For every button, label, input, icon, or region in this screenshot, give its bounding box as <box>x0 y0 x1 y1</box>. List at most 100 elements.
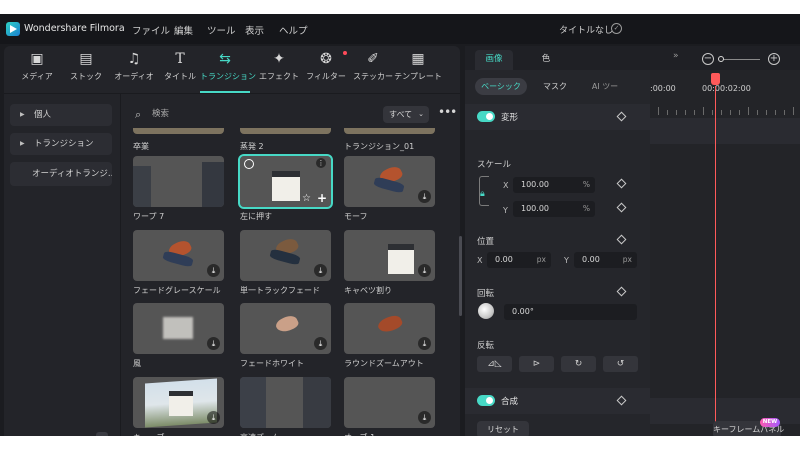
rotate-left-button[interactable]: ↺ <box>603 356 638 372</box>
subtab-ai-tools[interactable]: AI ツー <box>583 78 627 95</box>
position-y-field[interactable]: 0.00 px <box>574 252 637 268</box>
transition-thumbnail[interactable]: ⤓ <box>133 377 224 428</box>
menu-file[interactable]: ファイル <box>132 23 170 37</box>
transition-thumbnail[interactable]: ⤓ <box>344 377 435 428</box>
keyframe-track-row[interactable] <box>650 118 800 144</box>
sidebar-item-audio-transition[interactable]: オーディオトランジ... <box>10 162 112 186</box>
transition-tile[interactable]: ⤓ オーブ 1 <box>344 377 435 436</box>
menu-help[interactable]: ヘルプ <box>279 23 308 37</box>
more-icon[interactable]: ⋮ <box>316 158 326 168</box>
flip-horizontal-button[interactable]: ⊿◺ <box>477 356 512 372</box>
tab-sticker[interactable]: ✐ ステッカー <box>348 50 398 94</box>
rotate-right-button[interactable]: ↻ <box>561 356 596 372</box>
zoom-slider-handle[interactable] <box>718 56 724 62</box>
subtab-basic[interactable]: ベーシック <box>475 78 527 95</box>
transition-thumbnail[interactable]: ⤓ <box>133 303 224 354</box>
tab-title[interactable]: T タイトル <box>155 50 205 94</box>
transition-thumbnail[interactable]: ⤓ <box>133 230 224 281</box>
more-options-icon[interactable]: ••• <box>438 105 457 119</box>
partial-thumbnail[interactable] <box>133 128 224 134</box>
ruler-tick <box>694 110 695 115</box>
subtab-mask[interactable]: マスク <box>535 78 575 95</box>
partial-thumbnail[interactable] <box>344 128 435 134</box>
transition-tile[interactable]: ⋮ ☆ + 左に押す <box>238 154 333 222</box>
tab-filter[interactable]: ❂ フィルター <box>301 50 351 94</box>
download-icon[interactable]: ⤓ <box>418 190 431 203</box>
playhead-handle[interactable] <box>711 73 720 85</box>
scale-y-field[interactable]: 100.00 % <box>513 201 595 217</box>
download-icon[interactable]: ⤓ <box>418 264 431 277</box>
position-x-field[interactable]: 0.00 px <box>487 252 551 268</box>
transition-tile[interactable]: ⤓ モーフ <box>344 156 435 222</box>
star-icon[interactable]: ☆ <box>302 193 311 204</box>
grid-scrollbar[interactable] <box>459 236 462 316</box>
filter-dropdown[interactable]: すべて ⌄ <box>383 106 429 123</box>
tab-media[interactable]: ▣ メディア <box>12 50 62 94</box>
tab-image[interactable]: 画像 <box>475 50 513 70</box>
transition-tile[interactable]: ⤓ ラウンドズームアウト <box>344 303 435 369</box>
transition-tile[interactable]: ⤓ キャベツ割り <box>344 230 435 296</box>
transition-tile[interactable]: ⤓ フェードホワイト <box>240 303 331 369</box>
transition-thumbnail[interactable]: ⋮ ☆ + <box>238 154 333 209</box>
download-icon[interactable]: ⤓ <box>207 190 220 203</box>
download-icon[interactable]: ⤓ <box>207 264 220 277</box>
transition-tile[interactable]: ⤓ フェードグレースケール <box>133 230 224 296</box>
tab-audio[interactable]: ♫ オーディオ <box>109 50 159 94</box>
transition-thumbnail[interactable]: ⤓ <box>133 156 224 207</box>
transition-thumbnail[interactable]: ⤓ <box>240 377 331 428</box>
keyframe-diamond-icon[interactable] <box>616 111 627 122</box>
rotation-dial[interactable] <box>478 303 494 319</box>
reset-button[interactable]: リセット <box>477 421 529 436</box>
download-icon[interactable]: ⤓ <box>418 411 431 424</box>
sidebar-item-personal[interactable]: ▶ 個人 <box>10 104 112 126</box>
flip-vertical-button[interactable]: ⊳ <box>519 356 554 372</box>
composite-toggle[interactable] <box>477 395 495 406</box>
menu-tools[interactable]: ツール <box>207 23 236 37</box>
check-circle-icon[interactable]: ✓ <box>611 23 622 34</box>
transform-toggle[interactable] <box>477 111 495 122</box>
keyframe-diamond-icon[interactable] <box>616 286 627 297</box>
transition-thumbnail[interactable]: ⤓ <box>344 230 435 281</box>
download-icon[interactable]: ⤓ <box>314 264 327 277</box>
search-input[interactable] <box>152 106 352 122</box>
download-icon[interactable]: ⤓ <box>418 337 431 350</box>
ruler-tick <box>676 110 677 115</box>
keyframe-diamond-icon[interactable] <box>616 178 627 189</box>
download-icon[interactable]: ⤓ <box>314 411 327 424</box>
partial-thumbnail[interactable] <box>240 128 331 134</box>
menu-edit[interactable]: 編集 <box>174 23 193 37</box>
double-chevron-right-icon[interactable]: » <box>673 51 679 61</box>
tab-template[interactable]: ▦ テンプレート <box>393 50 443 94</box>
zoom-slider-track[interactable] <box>720 59 760 60</box>
transition-tile[interactable]: ⤓ 高速ズーム <box>240 377 331 436</box>
rotation-field[interactable]: 0.00° <box>504 304 637 320</box>
download-icon[interactable]: ⤓ <box>207 337 220 350</box>
keyframe-diamond-icon[interactable] <box>616 202 627 213</box>
transition-thumbnail[interactable]: ⤓ <box>344 156 435 207</box>
tab-stock[interactable]: ▤ ストック <box>61 50 111 94</box>
add-icon[interactable]: + <box>317 191 327 205</box>
tab-color[interactable]: 色 <box>535 50 557 70</box>
zoom-in-icon[interactable]: + <box>768 53 780 65</box>
transition-tile[interactable]: ⤓ ワープ 7 <box>133 156 224 222</box>
sidebar-item-transition[interactable]: ▶ トランジション <box>10 133 112 155</box>
transition-tile[interactable]: ⤓ 風 <box>133 303 224 369</box>
menu-view[interactable]: 表示 <box>245 23 264 37</box>
scale-x-field[interactable]: 100.00 % <box>513 177 595 193</box>
zoom-out-icon[interactable]: − <box>702 53 714 65</box>
transition-tile[interactable]: ⤓ キューブ <box>133 377 224 436</box>
lock-icon[interactable]: 🔒︎ <box>480 189 485 199</box>
tab-effect[interactable]: ✦ エフェクト <box>254 50 304 94</box>
download-icon[interactable]: ⤓ <box>314 337 327 350</box>
transition-thumbnail[interactable]: ⤓ <box>240 230 331 281</box>
collapse-sidebar-button[interactable]: ‹ <box>96 432 108 436</box>
keyframe-diamond-icon[interactable] <box>616 395 627 406</box>
tab-transition[interactable]: ⇆ トランジション <box>200 50 256 94</box>
app-name: Wondershare Filmora <box>24 23 125 34</box>
transition-thumbnail[interactable]: ⤓ <box>240 303 331 354</box>
transition-thumbnail[interactable]: ⤓ <box>344 303 435 354</box>
transition-tile[interactable]: ⤓ 単一トラックフェード <box>240 230 331 296</box>
tab-label: テンプレート <box>394 72 442 81</box>
download-icon[interactable]: ⤓ <box>207 411 220 424</box>
keyframe-diamond-icon[interactable] <box>616 234 627 245</box>
